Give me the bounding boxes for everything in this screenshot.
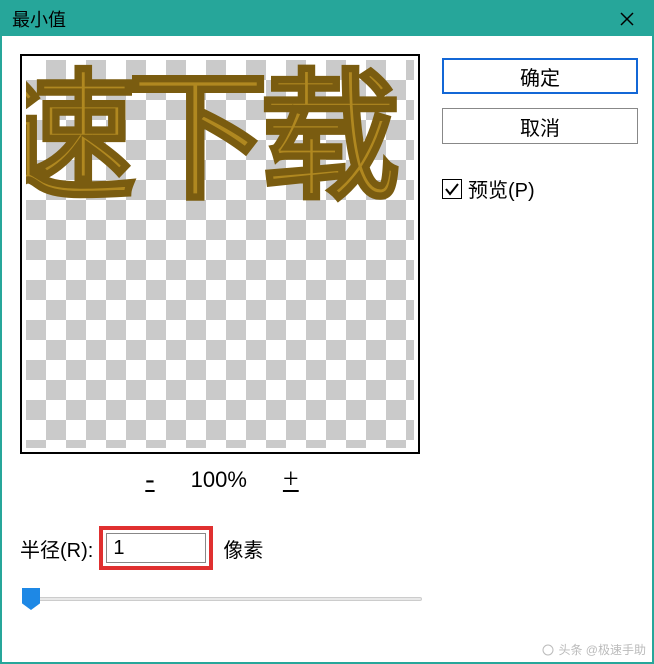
titlebar: 最小值	[2, 2, 652, 36]
watermark-text: 头条 @极速手助	[558, 641, 646, 658]
dialog-window: 最小值 速下载 - 100% + 半径(R): 像素	[0, 0, 654, 664]
cancel-button[interactable]: 取消	[442, 108, 638, 144]
preview-checkbox-row: 预览(P)	[442, 174, 638, 203]
radius-unit: 像素	[223, 534, 263, 563]
preview-sample-text: 速下载	[26, 70, 414, 210]
zoom-controls: - 100% +	[20, 466, 424, 494]
radius-slider[interactable]	[22, 588, 422, 610]
ok-button[interactable]: 确定	[442, 58, 638, 94]
window-title: 最小值	[12, 6, 66, 32]
preview-canvas: 速下载	[26, 60, 414, 448]
right-panel: 确定 取消 预览(P)	[442, 54, 638, 610]
close-icon	[619, 11, 635, 27]
left-panel: 速下载 - 100% + 半径(R): 像素	[20, 54, 424, 610]
watermark: 头条 @极速手助	[542, 641, 646, 658]
close-button[interactable]	[602, 2, 652, 36]
zoom-in-button[interactable]: +	[277, 466, 305, 494]
slider-track	[22, 597, 422, 601]
radius-input[interactable]	[106, 533, 206, 563]
radius-row: 半径(R): 像素	[20, 526, 424, 570]
slider-thumb[interactable]	[22, 588, 40, 610]
watermark-icon	[542, 644, 554, 656]
radius-input-highlight	[99, 526, 213, 570]
preview-box[interactable]: 速下载	[20, 54, 420, 454]
preview-checkbox[interactable]	[442, 179, 462, 199]
radius-slider-row	[20, 588, 424, 610]
check-icon	[444, 181, 460, 197]
radius-label: 半径(R):	[20, 534, 93, 563]
zoom-out-button[interactable]: -	[139, 466, 160, 494]
zoom-level: 100%	[191, 467, 247, 493]
preview-checkbox-label: 预览(P)	[468, 174, 535, 203]
dialog-content: 速下载 - 100% + 半径(R): 像素	[2, 36, 652, 620]
